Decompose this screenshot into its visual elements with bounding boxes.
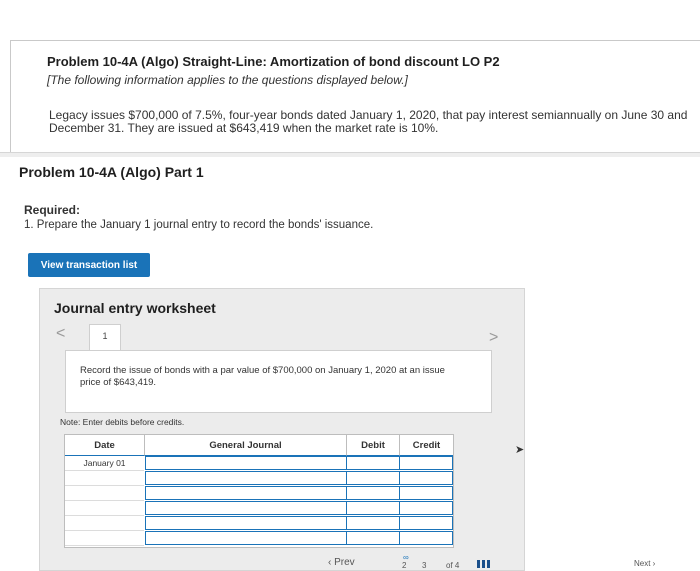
row-4-date[interactable] <box>65 501 144 516</box>
row-1-account-input[interactable] <box>145 456 347 470</box>
row-5-account-input[interactable] <box>145 516 347 530</box>
worksheet-prev-arrow-icon[interactable]: < <box>56 325 65 343</box>
problem-body: Legacy issues $700,000 of 7.5%, four-yea… <box>49 108 688 135</box>
row-3-debit-input[interactable] <box>346 486 400 500</box>
row-2-credit-input[interactable] <box>399 471 453 485</box>
part-title: Problem 10-4A (Algo) Part 1 <box>19 164 204 180</box>
column-header-debit: Debit <box>347 435 400 456</box>
row-6-credit-input[interactable] <box>399 531 453 545</box>
section-divider <box>0 152 700 157</box>
column-header-general-journal: General Journal <box>145 435 347 456</box>
worksheet-title: Journal entry worksheet <box>54 300 216 316</box>
row-4-debit-input[interactable] <box>346 501 400 515</box>
row-5-debit-input[interactable] <box>346 516 400 530</box>
debits-before-credits-note: Note: Enter debits before credits. <box>60 417 185 427</box>
grid-menu-icon[interactable] <box>477 560 491 568</box>
journal-entry-worksheet: Journal entry worksheet < 1 > Record the… <box>39 288 525 571</box>
row-4-account-input[interactable] <box>145 501 347 515</box>
intro-note: [The following information applies to th… <box>47 73 408 87</box>
row-3-account-input[interactable] <box>145 486 347 500</box>
row-6-account-input[interactable] <box>145 531 347 545</box>
row-6-date[interactable] <box>65 531 144 546</box>
row-2-debit-input[interactable] <box>346 471 400 485</box>
row-1-credit-input[interactable] <box>399 456 453 470</box>
view-transaction-list-button[interactable]: View transaction list <box>28 253 150 277</box>
row-2-account-input[interactable] <box>145 471 347 485</box>
row-3-credit-input[interactable] <box>399 486 453 500</box>
row-3-date[interactable] <box>65 486 144 501</box>
row-1-date[interactable]: January 01 <box>65 456 144 471</box>
row-5-credit-input[interactable] <box>399 516 453 530</box>
row-1-debit-input[interactable] <box>346 456 400 470</box>
problem-header-box: Problem 10-4A (Algo) Straight-Line: Amor… <box>10 40 700 154</box>
entry-tab-1[interactable]: 1 <box>89 324 121 351</box>
problem-title: Problem 10-4A (Algo) Straight-Line: Amor… <box>47 54 500 69</box>
column-header-credit: Credit <box>400 435 453 456</box>
required-label: Required: <box>24 203 81 217</box>
entry-description-box: Record the issue of bonds with a par val… <box>65 350 492 413</box>
journal-table: Date General Journal Debit Credit Januar… <box>64 434 454 548</box>
row-2-date[interactable] <box>65 471 144 486</box>
prev-page-button[interactable]: ‹ Prev <box>328 557 355 568</box>
next-page-button[interactable]: Next › <box>634 559 655 568</box>
arrow-marker-icon: ➤ <box>515 444 525 456</box>
row-6-debit-input[interactable] <box>346 531 400 545</box>
required-text: 1. Prepare the January 1 journal entry t… <box>24 219 374 231</box>
column-header-date: Date <box>65 435 145 456</box>
row-4-credit-input[interactable] <box>399 501 453 515</box>
entry-description: Record the issue of bonds with a par val… <box>80 365 445 388</box>
row-5-date[interactable] <box>65 516 144 531</box>
worksheet-next-arrow-icon[interactable]: > <box>489 329 498 347</box>
